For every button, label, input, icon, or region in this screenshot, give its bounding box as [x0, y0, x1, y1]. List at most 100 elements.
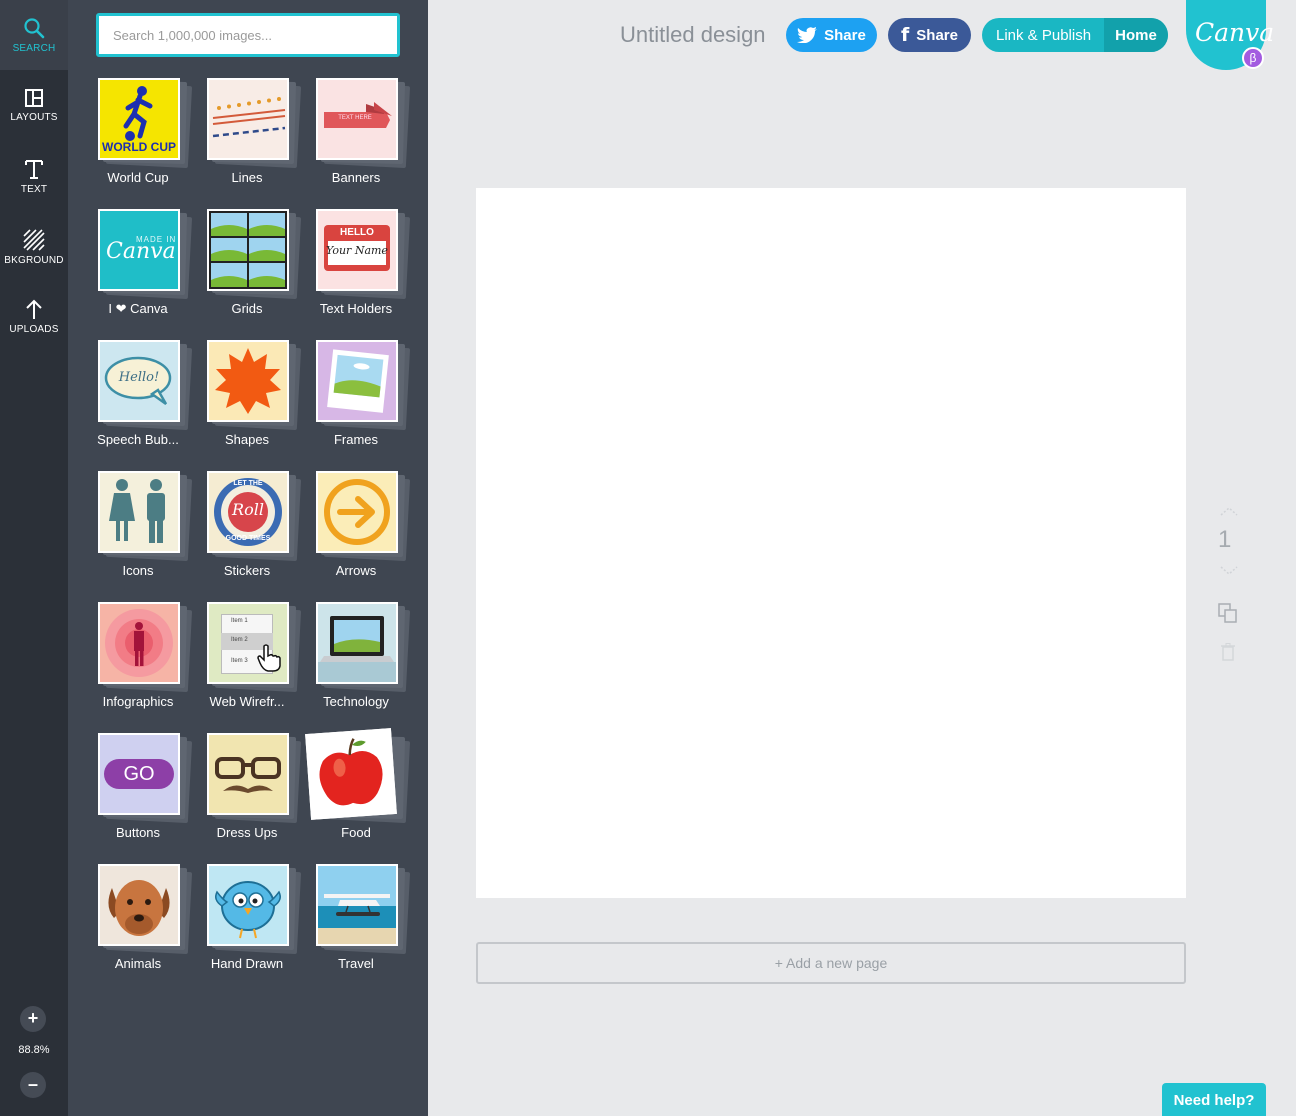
link-publish-button[interactable]: Link & Publish: [982, 27, 1104, 44]
pie-person-icon: [105, 609, 173, 677]
category-speech-bubbles[interactable]: Hello! Speech Bub...: [96, 340, 193, 460]
home-button[interactable]: Home: [1104, 18, 1168, 52]
banners-thumbnail: TEXT HERE: [316, 78, 398, 160]
canva-thumbnail: MADE IN Canva: [98, 209, 180, 291]
design-page[interactable]: [476, 188, 1186, 898]
category-label: Shapes: [224, 432, 270, 447]
category-dress-ups[interactable]: Dress Ups: [205, 733, 302, 853]
canva-editor: SEARCH LAYOUTS TEXT BKGROUND UPLOADS + 8…: [0, 0, 1296, 1116]
page-down-arrow-icon[interactable]: [1219, 566, 1239, 579]
category-label: Stickers: [223, 563, 271, 578]
good-times-thumb-text: GOOD TIMES: [225, 535, 271, 542]
category-label: Dress Ups: [216, 825, 278, 840]
need-help-button[interactable]: Need help?: [1162, 1083, 1266, 1116]
lines-thumbnail: [207, 78, 289, 160]
tool-rail: SEARCH LAYOUTS TEXT BKGROUND UPLOADS + 8…: [0, 0, 68, 1116]
frames-thumbnail: [316, 340, 398, 422]
category-web-wireframes[interactable]: Item 1 Item 2 Item 3 Web Wirefr...: [205, 602, 302, 722]
twitter-bird-icon: [797, 27, 818, 43]
category-animals[interactable]: Animals: [96, 864, 193, 984]
zoom-out-button[interactable]: –: [20, 1072, 46, 1098]
twitter-share-label: Share: [824, 26, 866, 44]
category-infographics[interactable]: Infographics: [96, 602, 193, 722]
canva-wordmark: Canva: [1195, 18, 1275, 47]
page-up-arrow-icon[interactable]: [1219, 506, 1239, 519]
starburst-icon: [215, 348, 281, 414]
glasses-mustache-icon: [215, 757, 281, 793]
category-world-cup[interactable]: WORLD CUP World Cup: [96, 78, 193, 198]
facebook-share-label: Share: [916, 26, 958, 44]
rail-search-label: SEARCH: [12, 42, 56, 54]
food-thumbnail: [305, 728, 397, 820]
hand-drawn-thumbnail: [207, 864, 289, 946]
category-label: Frames: [333, 432, 379, 447]
add-page-button[interactable]: + Add a new page: [476, 942, 1186, 984]
category-label: Technology: [323, 694, 389, 709]
category-shapes[interactable]: Shapes: [205, 340, 302, 460]
photo-frame-icon: [327, 349, 389, 413]
trash-icon[interactable]: [1220, 643, 1236, 666]
rail-background[interactable]: BKGROUND: [0, 212, 68, 282]
category-label: Travel: [338, 956, 374, 971]
bird-icon: [215, 881, 281, 939]
canva-logo[interactable]: Canva β: [1186, 0, 1274, 70]
laptop-icon: [318, 616, 396, 682]
zoom-in-button[interactable]: +: [20, 1006, 46, 1032]
rail-layouts-label: LAYOUTS: [10, 111, 58, 123]
copy-page-icon[interactable]: [1218, 603, 1238, 628]
category-text-holders[interactable]: HELLO Your Name Text Holders: [314, 209, 411, 329]
category-technology[interactable]: Technology: [314, 602, 411, 722]
category-label: Animals: [114, 956, 162, 971]
category-arrows[interactable]: Arrows: [314, 471, 411, 591]
facebook-share-button[interactable]: f Share: [888, 18, 971, 52]
zoom-level: 88.8%: [18, 1044, 50, 1056]
apple-icon: [319, 738, 383, 806]
item1-thumb-text: Item 1: [231, 618, 248, 624]
category-label: Hand Drawn: [210, 956, 284, 971]
category-i-love-canva[interactable]: MADE IN Canva I ❤ Canva: [96, 209, 193, 329]
dress-ups-thumbnail: [207, 733, 289, 815]
category-frames[interactable]: Frames: [314, 340, 411, 460]
facebook-f-icon: f: [901, 24, 910, 46]
twitter-share-button[interactable]: Share: [786, 18, 877, 52]
infographics-thumbnail: [98, 602, 180, 684]
roll-thumb-text: Roll: [232, 500, 264, 519]
category-hand-drawn[interactable]: Hand Drawn: [205, 864, 302, 984]
category-label: World Cup: [107, 170, 169, 185]
category-label: Buttons: [115, 825, 161, 840]
category-label: Arrows: [335, 563, 377, 578]
wireframes-thumbnail: Item 1 Item 2 Item 3: [207, 602, 289, 684]
go-thumb-text: GO: [123, 763, 155, 785]
beta-badge: β: [1242, 47, 1264, 69]
category-banners[interactable]: TEXT HERE Banners: [314, 78, 411, 198]
category-stickers[interactable]: Roll LET THE GOOD TIMES Stickers: [205, 471, 302, 591]
rail-search[interactable]: SEARCH: [0, 0, 68, 70]
category-lines[interactable]: Lines: [205, 78, 302, 198]
animals-thumbnail: [98, 864, 180, 946]
category-food[interactable]: Food: [305, 728, 411, 853]
category-label: Infographics: [102, 694, 174, 709]
category-grids[interactable]: Grids: [205, 209, 302, 329]
category-icons[interactable]: Icons: [96, 471, 193, 591]
text-holders-thumbnail: HELLO Your Name: [316, 209, 398, 291]
rail-layouts[interactable]: LAYOUTS: [0, 70, 68, 140]
category-buttons[interactable]: GO Buttons: [96, 733, 193, 853]
banner-thumb-text: TEXT HERE: [338, 115, 372, 121]
design-title[interactable]: Untitled design: [620, 22, 766, 48]
category-label: Text Holders: [319, 301, 393, 316]
rail-uploads[interactable]: UPLOADS: [0, 281, 68, 351]
image-search-input[interactable]: [96, 13, 400, 57]
library-panel: WORLD CUP World Cup Lines: [68, 0, 428, 1116]
category-label: I ❤ Canva: [108, 301, 168, 316]
world-cup-thumbnail: WORLD CUP: [98, 78, 180, 160]
rail-background-label: BKGROUND: [4, 254, 64, 266]
text-icon: [25, 159, 43, 179]
category-travel[interactable]: Travel: [314, 864, 411, 984]
category-label: Lines: [231, 170, 263, 185]
travel-thumbnail: [316, 864, 398, 946]
category-label: Speech Bub...: [97, 432, 179, 447]
rail-text[interactable]: TEXT: [0, 141, 68, 211]
rail-text-label: TEXT: [20, 183, 48, 195]
hello-thumb-text: HELLO: [340, 227, 374, 238]
background-icon: [23, 228, 45, 251]
